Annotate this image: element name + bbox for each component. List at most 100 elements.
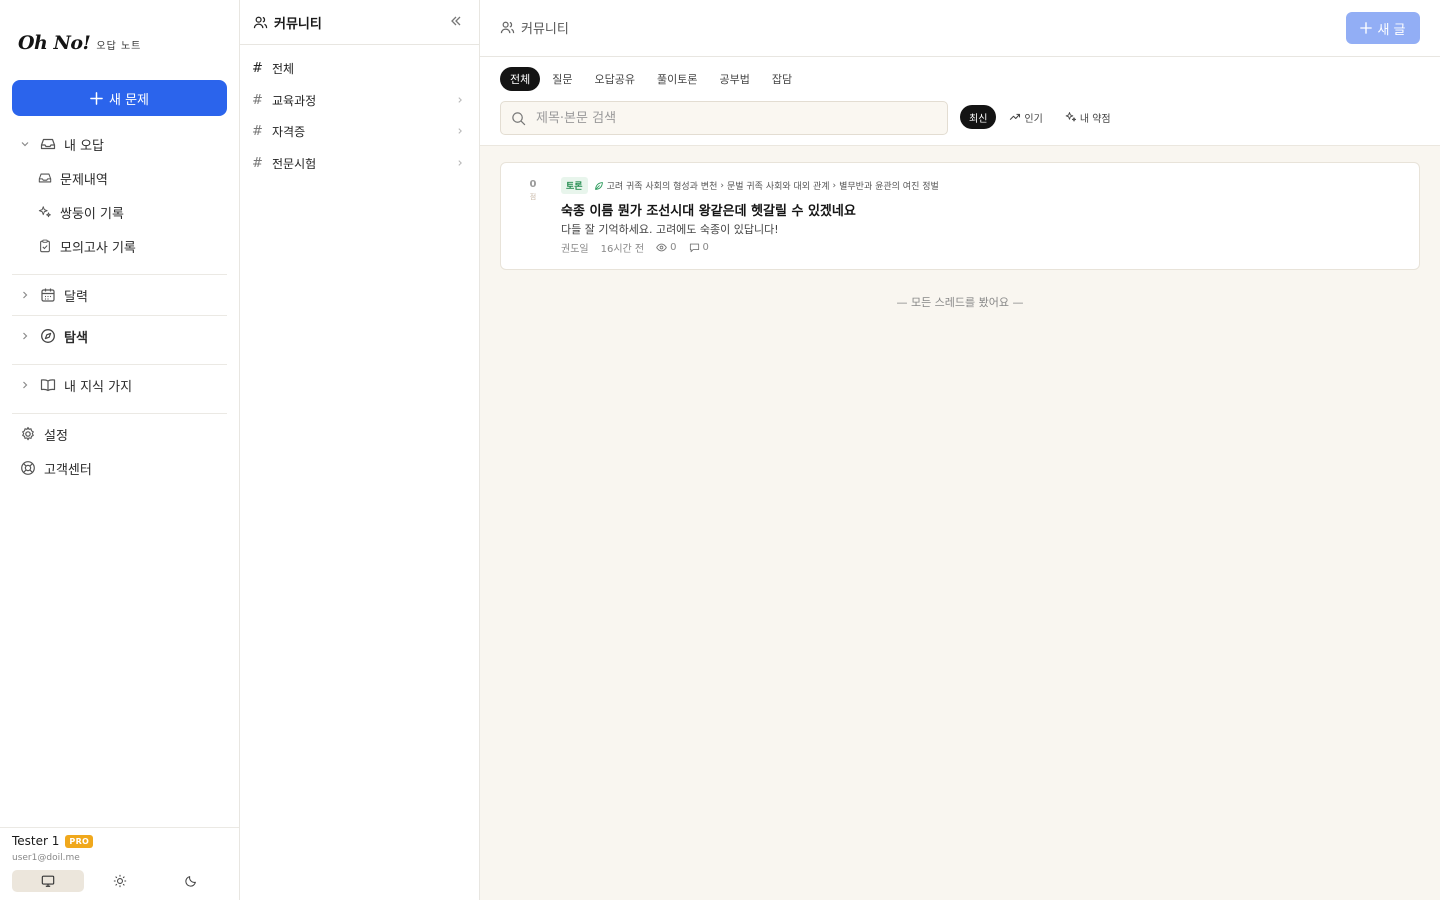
divider: [12, 364, 227, 365]
users-icon: [500, 21, 515, 34]
plus-icon: [90, 91, 103, 105]
nav-label: 쌍둥이 기록: [60, 206, 124, 222]
main-header: 커뮤니티 새 글: [480, 0, 1440, 57]
gear-icon: [20, 426, 36, 442]
comment-count: 0: [689, 242, 709, 253]
tab-study-method[interactable]: 공부법: [709, 67, 759, 91]
new-problem-label: 새 문제: [108, 92, 149, 108]
vote-count: 0: [529, 179, 537, 190]
tab-chat[interactable]: 잡담: [762, 67, 802, 91]
monitor-icon: [41, 875, 55, 887]
nav-support[interactable]: 고객센터: [12, 453, 227, 483]
nav-problem-history[interactable]: 문제내역: [38, 163, 227, 193]
breadcrumb-separator: ›: [832, 180, 837, 191]
user-name: Tester 1: [12, 834, 60, 848]
hash-icon: #: [252, 155, 263, 171]
nav-calendar[interactable]: 달력: [12, 280, 227, 310]
message-square-icon: [689, 243, 699, 253]
search-input[interactable]: [536, 110, 916, 126]
nav-settings[interactable]: 설정: [12, 419, 227, 449]
search-box: [500, 101, 948, 135]
chevron-right-icon: [20, 380, 32, 390]
channel-label: 전문시험: [272, 156, 317, 171]
sidebar: Oh No! 오답 노트 새 문제 내 오답 문제내역 쌍둥이 기록 모의고사 …: [0, 0, 240, 900]
chevron-right-icon: [20, 331, 32, 341]
tab-question[interactable]: 질문: [542, 67, 582, 91]
new-post-button[interactable]: 새 글: [1346, 12, 1420, 44]
moon-icon: [185, 876, 197, 887]
search-icon: [512, 111, 526, 125]
logo-main: Oh No!: [18, 32, 91, 54]
thread-meta: 토론 고려 귀족 사회의 형성과 변천 › 문벌 귀족 사회와 대외 관계 › …: [561, 177, 939, 194]
nav-label: 달력: [64, 289, 88, 305]
nav-label: 탐색: [64, 330, 88, 346]
channel-certification[interactable]: # 자격증: [252, 117, 468, 145]
nav-my-wrong-answers[interactable]: 내 오답: [12, 129, 227, 159]
channel-curriculum[interactable]: # 교육과정: [252, 86, 468, 114]
theme-dark-button[interactable]: [155, 870, 227, 892]
thread-card[interactable]: 0 점 토론 고려 귀족 사회의 형성과 변천 › 문벌 귀족 사회와 대외 관…: [500, 162, 1420, 270]
sort-my-weakness[interactable]: 내 약점: [1056, 105, 1120, 129]
nav-label: 내 지식 가지: [64, 379, 133, 395]
nav-twin-records[interactable]: 쌍둥이 기록: [38, 197, 227, 227]
channel-panel-header: 커뮤니티: [240, 0, 479, 45]
comment-count-value: 0: [702, 242, 709, 253]
divider: [12, 274, 227, 275]
view-count-value: 0: [670, 242, 677, 253]
hash-icon: #: [252, 123, 263, 139]
new-problem-button[interactable]: 새 문제: [12, 80, 227, 116]
hash-icon: #: [252, 60, 263, 76]
channel-label: 자격증: [272, 124, 306, 139]
trending-up-icon: [1010, 113, 1021, 120]
app-logo[interactable]: Oh No! 오답 노트: [18, 32, 141, 54]
nav-mock-exam-records[interactable]: 모의고사 기록: [38, 231, 227, 261]
nav-knowledge-branch[interactable]: 내 지식 가지: [12, 370, 227, 400]
sort-latest[interactable]: 최신: [960, 105, 997, 129]
channel-panel-title: 커뮤니티: [274, 16, 322, 32]
channel-all[interactable]: # 전체: [252, 54, 468, 82]
tab-all[interactable]: 전체: [500, 67, 541, 91]
pro-badge: PRO: [65, 834, 94, 848]
eye-icon: [656, 243, 667, 252]
user-name-row[interactable]: Tester 1 PRO: [12, 834, 94, 848]
theme-system-button[interactable]: [12, 870, 84, 892]
life-buoy-icon: [20, 460, 36, 476]
plus-icon: [1360, 22, 1373, 34]
vote-unit: 점: [529, 193, 537, 201]
nav-label: 모의고사 기록: [60, 240, 136, 256]
user-area: Tester 1 PRO user1@doil.me: [0, 827, 239, 900]
theme-light-button[interactable]: [84, 870, 156, 892]
channel-label: 전체: [272, 61, 295, 76]
page-title-label: 커뮤니티: [521, 22, 569, 37]
page-title: 커뮤니티: [500, 18, 569, 37]
clipboard-check-icon: [38, 239, 52, 253]
breadcrumb-separator: ›: [720, 180, 724, 191]
nav-explore[interactable]: 탐색: [12, 321, 227, 351]
theme-switch: [12, 870, 227, 892]
thread-title[interactable]: 숙종 이름 뭔가 조선시대 왕같은데 헷갈릴 수 있겠네요: [561, 200, 856, 219]
book-open-icon: [40, 377, 56, 393]
topic-breadcrumb: 고려 귀족 사회의 형성과 변천 › 문벌 귀족 사회와 대외 관계 › 별무반…: [594, 179, 939, 192]
thread-tag-badge: 토론: [561, 177, 588, 194]
tab-solution-debate[interactable]: 풀이토론: [647, 67, 707, 91]
tab-share-wrong[interactable]: 오답공유: [585, 67, 645, 91]
divider: [12, 413, 227, 414]
chevron-right-icon: [456, 127, 464, 135]
users-icon: [253, 16, 268, 28]
breadcrumb-item: 문벌 귀족 사회와 대외 관계: [726, 182, 830, 192]
divider: [12, 315, 227, 316]
breadcrumb-item: 별무반과 윤관의 여진 정벌: [839, 182, 939, 192]
collapse-panel-button[interactable]: [449, 14, 463, 28]
chevron-right-icon: [456, 159, 464, 167]
inbox-icon: [40, 136, 56, 152]
user-email: user1@doil.me: [12, 853, 80, 863]
sort-label: 인기: [1024, 113, 1043, 125]
compass-icon: [40, 328, 56, 344]
channel-professional-exam[interactable]: # 전문시험: [252, 149, 468, 177]
chevrons-left-icon: [451, 16, 461, 26]
leaf-icon: [594, 181, 603, 190]
sort-popular[interactable]: 인기: [1000, 105, 1051, 129]
hash-icon: #: [252, 92, 263, 108]
nav-label: 고객센터: [44, 462, 92, 478]
thread-footer: 권도일 16시간 전 0 0: [561, 240, 709, 255]
